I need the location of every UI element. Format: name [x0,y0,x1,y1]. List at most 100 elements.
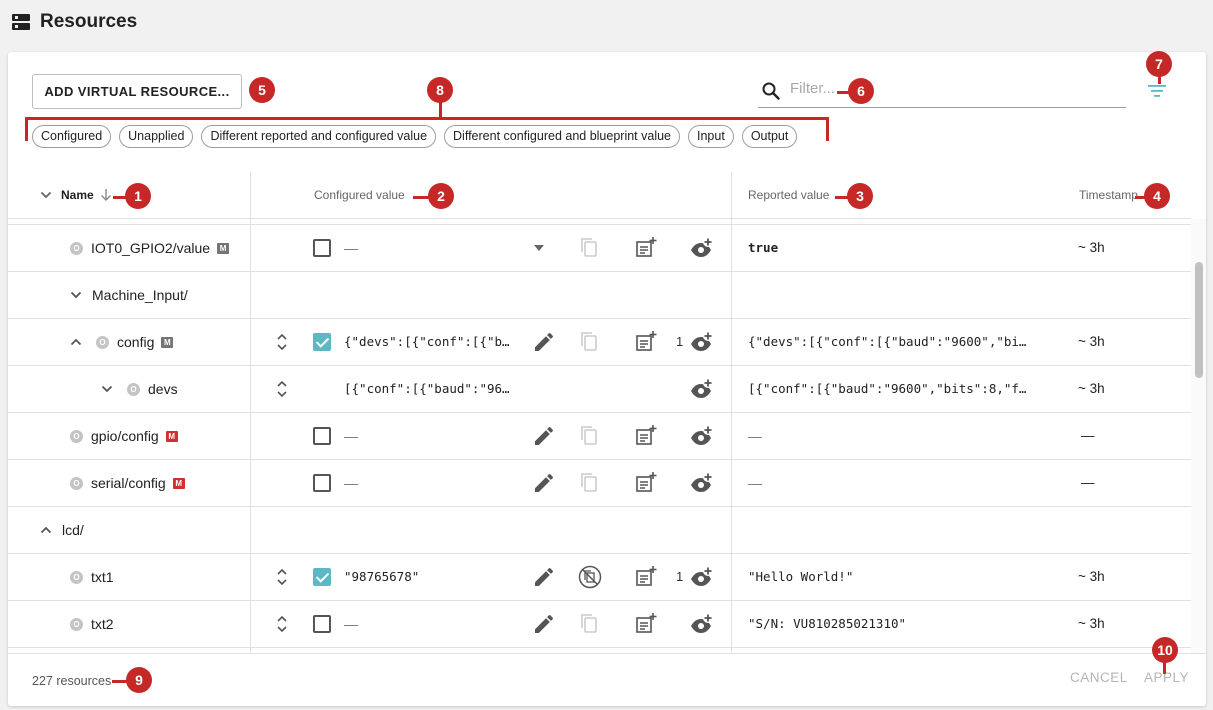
resource-name-cell: O devs [101,366,178,412]
cancel-button[interactable]: CANCEL [1070,670,1128,685]
resource-name-cell: O txt2 [70,601,114,647]
resource-name: IOT0_GPIO2/value [91,240,211,256]
resource-name: gpio/config [91,428,159,444]
chip-output[interactable]: Output [741,125,798,148]
add-note-icon[interactable] [634,612,658,636]
copy-icon[interactable] [578,330,602,354]
configured-value[interactable]: — [344,460,358,506]
callout-badge-2: 2 [428,183,454,209]
watch-eye-icon[interactable] [689,424,713,448]
callout-bracket [25,117,829,120]
sort-arrow-down-icon[interactable] [100,188,112,202]
reported-value: {"devs":[{"conf":[{"baud":"9600","bi… [748,334,1027,349]
object-badge-icon: O [70,476,83,490]
resource-name-cell: O config M [70,319,174,365]
copy-icon[interactable] [578,424,602,448]
table-row[interactable]: O txt2 — "S/N: VU810285021310" ~ 3h [8,601,1191,648]
configured-value[interactable]: — [344,413,358,459]
edit-pencil-icon[interactable] [532,424,556,448]
table-row[interactable]: O IOT0_GPIO2/value M — true ~ 3h [8,225,1191,272]
chip-unapplied[interactable]: Unapplied [119,125,194,148]
copy-icon[interactable] [578,471,602,495]
filter-list-icon[interactable] [1148,84,1166,98]
watch-eye-icon[interactable] [689,377,713,401]
dropdown-arrow-icon[interactable] [534,245,544,251]
callout-badge-1: 1 [125,183,151,209]
add-note-icon[interactable] [634,236,658,260]
search-icon [762,82,780,100]
timestamp: ~ 3h [1078,616,1105,631]
chip-input[interactable]: Input [688,125,734,148]
filter-field[interactable] [758,74,1126,108]
apply-button[interactable]: APPLY [1144,670,1189,685]
folder-row[interactable]: lcd/ [8,507,1191,554]
expand-collapse-stepper-icon[interactable] [276,614,288,634]
model-badge: M [161,336,174,348]
folder-row[interactable]: Machine_Input/ [8,272,1191,319]
expand-collapse-stepper-icon[interactable] [276,379,288,399]
watch-eye-icon[interactable] [689,330,713,354]
chip-configured[interactable]: Configured [32,125,112,148]
copy-icon[interactable] [578,612,602,636]
watch-eye-icon[interactable] [689,612,713,636]
watch-eye-icon[interactable] [689,471,713,495]
table-footer: 227 resources CANCEL APPLY [8,653,1206,706]
reported-value: "Hello World!" [748,569,854,584]
table-row[interactable]: O devs [{"conf":[{"baud":"96… [{"conf":[… [8,366,1191,413]
copy-icon[interactable] [578,236,602,260]
object-badge-icon: O [127,382,140,396]
callout-bracket [826,117,829,141]
configure-checkbox[interactable] [313,615,331,633]
edit-pencil-icon[interactable] [532,471,556,495]
table-header: Name Configured value Reported value Tim… [8,172,1191,219]
callout-badge-3: 3 [847,183,873,209]
table-row[interactable]: O gpio/config M — — — [8,413,1191,460]
watch-eye-icon[interactable] [689,236,713,260]
expand-collapse-stepper-icon[interactable] [276,332,288,352]
resource-name-cell: O IOT0_GPIO2/value M [70,225,230,271]
scrollbar-thumb[interactable] [1195,262,1203,378]
table-row[interactable]: O txt1 "98765678" 1 "Hello World!" ~ 3h [8,554,1191,601]
configured-value[interactable]: — [344,601,358,647]
timestamp: — [1081,475,1095,490]
add-note-icon[interactable] [634,424,658,448]
edit-pencil-icon[interactable] [532,565,556,589]
chevron-up-icon[interactable] [70,336,82,348]
expand-collapse-stepper-icon[interactable] [276,567,288,587]
edit-pencil-icon[interactable] [532,612,556,636]
resource-name-cell: O gpio/config M [70,413,178,459]
callout-badge-5: 5 [249,77,275,103]
model-badge: M [165,430,178,442]
table-row[interactable]: O config M {"devs":[{"conf":[{"b… 1 {"de… [8,319,1191,366]
configured-value[interactable]: — [344,225,358,271]
configured-value[interactable]: "98765678" [344,554,419,600]
copy-disabled-icon[interactable] [578,565,602,589]
chip-different-configured-blueprint[interactable]: Different configured and blueprint value [444,125,680,148]
chevron-down-icon[interactable] [70,289,82,301]
configure-checkbox[interactable] [313,333,331,351]
filter-input[interactable] [790,80,1110,97]
add-note-icon[interactable] [634,330,658,354]
column-header-name[interactable]: Name [61,172,94,219]
watch-count: 1 [676,569,684,584]
table-row[interactable]: O serial/config M — — — [8,460,1191,507]
object-badge-icon: O [96,335,109,349]
configure-checkbox[interactable] [313,427,331,445]
timestamp: ~ 3h [1078,334,1105,349]
configure-checkbox[interactable] [313,474,331,492]
watch-eye-icon[interactable] [689,565,713,589]
configure-checkbox[interactable] [313,568,331,586]
edit-pencil-icon[interactable] [532,330,556,354]
configured-value[interactable]: {"devs":[{"conf":[{"b… [344,319,510,365]
chip-different-reported-configured[interactable]: Different reported and configured value [201,125,437,148]
add-note-icon[interactable] [634,565,658,589]
configure-checkbox[interactable] [313,239,331,257]
collapse-all-chevron-icon[interactable] [40,189,52,201]
reported-value: "S/N: VU810285021310" [748,616,907,631]
add-virtual-resource-button[interactable]: ADD VIRTUAL RESOURCE... [32,74,242,109]
chevron-up-icon[interactable] [40,524,52,536]
add-note-icon[interactable] [634,471,658,495]
callout-badge-8: 8 [427,77,453,103]
object-badge-icon: O [70,617,83,631]
chevron-down-icon[interactable] [101,383,113,395]
